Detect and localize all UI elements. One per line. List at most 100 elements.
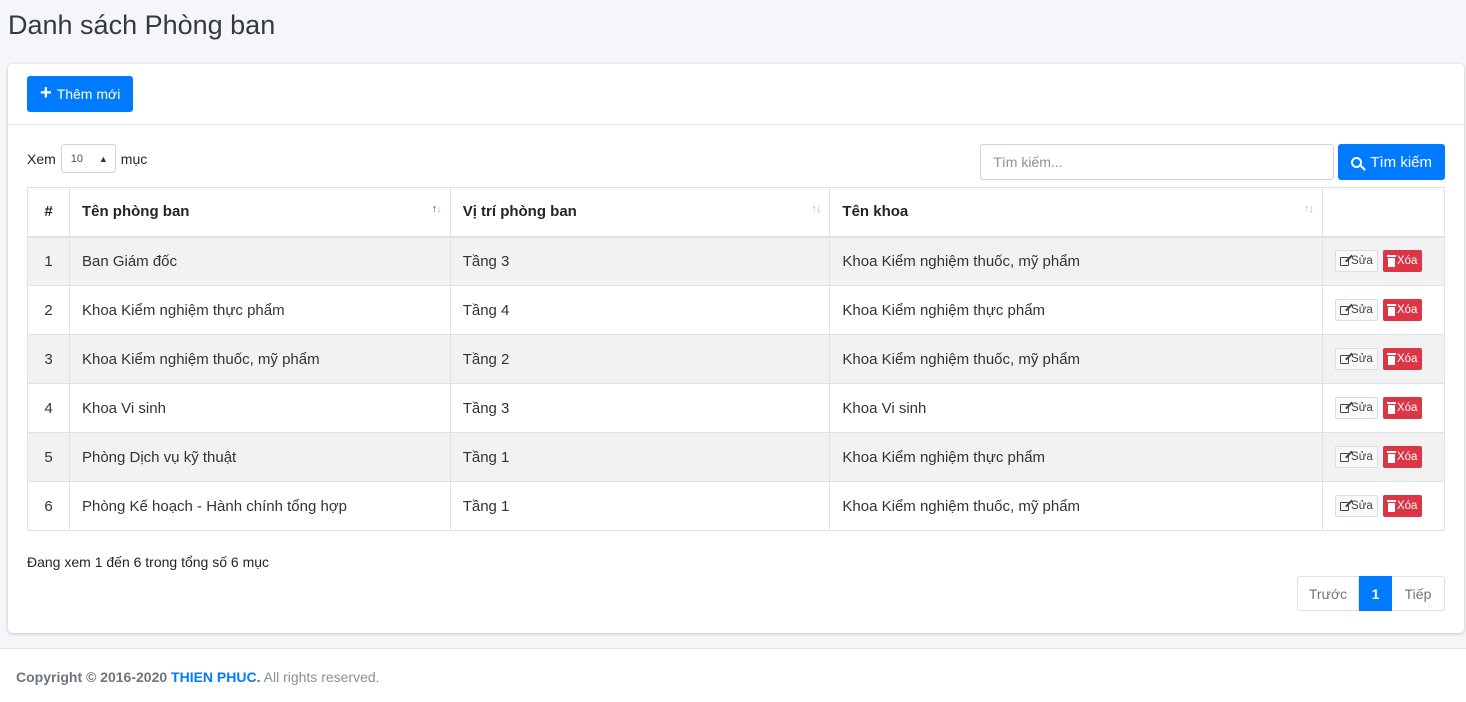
trash-icon <box>1386 499 1396 512</box>
search-button-label: Tìm kiếm <box>1370 153 1432 171</box>
cell-location: Tầng 2 <box>449 334 831 384</box>
cell-name: Khoa Kiểm nghiệm thuốc, mỹ phẩm <box>68 334 451 384</box>
cell-actions: Sửa Xóa <box>1322 285 1445 335</box>
cell-faculty: Khoa Vi sinh <box>829 383 1324 433</box>
edit-button[interactable]: Sửa <box>1335 250 1378 273</box>
page-length-select[interactable]: 10 ▲︎ <box>60 144 116 173</box>
edit-button[interactable]: Sửa <box>1335 446 1378 468</box>
edit-label: Sửa <box>1351 402 1373 414</box>
edit-icon <box>1340 501 1350 511</box>
table-row: 3 Khoa Kiểm nghiệm thuốc, mỹ phẩm Tầng 2… <box>27 334 1445 384</box>
table-toolbar: Xem 10 ▲︎ mục Tìm kiếm <box>27 144 1445 182</box>
edit-button[interactable]: Sửa <box>1335 495 1378 517</box>
edit-label: Sửa <box>1351 353 1373 365</box>
cell-name: Khoa Vi sinh <box>68 383 451 433</box>
length-prefix: Xem <box>27 150 56 167</box>
sort-icon: ↑↓ <box>431 203 442 215</box>
table-row: 1 Ban Giám đốc Tầng 3 Khoa Kiểm nghiệm t… <box>27 236 1445 286</box>
pagination-page-current[interactable]: 1 <box>1359 576 1392 611</box>
cell-faculty: Khoa Kiểm nghiệm thực phẩm <box>829 432 1324 482</box>
cell-index: 2 <box>27 285 70 335</box>
cell-faculty: Khoa Kiểm nghiệm thuốc, mỹ phẩm <box>829 236 1324 286</box>
delete-label: Xóa <box>1396 353 1418 365</box>
column-header-location[interactable]: Vị trí phòng ban ↑↓ <box>449 187 831 238</box>
cell-location: Tầng 3 <box>449 236 831 286</box>
cell-faculty: Khoa Kiểm nghiệm thuốc, mỹ phẩm <box>829 334 1324 384</box>
delete-label: Xóa <box>1396 255 1418 268</box>
edit-button[interactable]: Sửa <box>1335 348 1378 370</box>
cell-index: 5 <box>27 432 70 482</box>
card-header: + Thêm mới <box>8 64 1464 125</box>
table-row: 4 Khoa Vi sinh Tầng 3 Khoa Vi sinh Sửa X… <box>27 383 1445 433</box>
plus-icon: + <box>40 82 52 104</box>
add-new-button[interactable]: + Thêm mới <box>27 76 134 112</box>
cell-location: Tầng 1 <box>449 481 831 531</box>
pagination-prev[interactable]: Trước <box>1297 576 1359 611</box>
delete-button[interactable]: Xóa <box>1382 299 1423 321</box>
column-header-location-label: Vị trí phòng ban <box>462 203 577 221</box>
search-group: Tìm kiếm <box>980 144 1445 180</box>
add-new-label: Thêm mới <box>56 86 121 102</box>
edit-label: Sửa <box>1351 500 1373 512</box>
delete-button[interactable]: Xóa <box>1382 446 1423 468</box>
edit-label: Sửa <box>1351 255 1373 268</box>
footer-brand-link[interactable]: THIEN PHUC. <box>171 669 260 685</box>
cell-index: 1 <box>27 236 70 286</box>
cell-index: 3 <box>27 334 70 384</box>
column-header-faculty[interactable]: Tên khoa ↑↓ <box>829 187 1324 238</box>
column-header-actions <box>1322 187 1445 238</box>
table-row: 6 Phòng Kế hoạch - Hành chính tổng hợp T… <box>27 481 1445 531</box>
column-header-name-label: Tên phòng ban <box>81 203 190 221</box>
footer-rights: All rights reserved. <box>263 669 380 685</box>
footer: Copyright © 2016-2020 THIEN PHUC. All ri… <box>0 648 1466 702</box>
pagination-next[interactable]: Tiếp <box>1392 576 1445 611</box>
cell-actions: Sửa Xóa <box>1322 236 1445 286</box>
cell-actions: Sửa Xóa <box>1322 334 1445 384</box>
delete-button[interactable]: Xóa <box>1382 397 1423 419</box>
departments-table: # Tên phòng ban ↑↓ Vị trí phòng ban ↑↓ T… <box>27 187 1445 531</box>
cell-name: Phòng Kế hoạch - Hành chính tổng hợp <box>68 481 451 531</box>
select-caret-icon: ▲︎ <box>98 153 108 164</box>
cell-faculty: Khoa Kiểm nghiệm thuốc, mỹ phẩm <box>829 481 1324 531</box>
trash-icon <box>1386 303 1396 316</box>
delete-label: Xóa <box>1396 402 1418 414</box>
search-button[interactable]: Tìm kiếm <box>1338 144 1445 180</box>
table-info: Đang xem 1 đến 6 trong tổng số 6 mục <box>27 554 270 570</box>
delete-label: Xóa <box>1396 451 1418 463</box>
page-length-control: Xem 10 ▲︎ mục <box>27 144 147 173</box>
cell-index: 4 <box>27 383 70 433</box>
table-row: 5 Phòng Dịch vụ kỹ thuật Tầng 1 Khoa Kiể… <box>27 432 1445 482</box>
page-length-value: 10 <box>70 152 84 165</box>
cell-location: Tầng 4 <box>449 285 831 335</box>
table-row: 2 Khoa Kiểm nghiệm thực phẩm Tầng 4 Khoa… <box>27 285 1445 335</box>
trash-icon <box>1386 450 1396 463</box>
search-input[interactable] <box>980 144 1335 180</box>
cell-name: Khoa Kiểm nghiệm thực phẩm <box>68 285 451 335</box>
cell-actions: Sửa Xóa <box>1322 432 1445 482</box>
length-suffix: mục <box>120 150 148 167</box>
edit-icon <box>1340 452 1350 462</box>
edit-button[interactable]: Sửa <box>1335 397 1378 419</box>
table-header-row: # Tên phòng ban ↑↓ Vị trí phòng ban ↑↓ T… <box>27 187 1445 238</box>
delete-button[interactable]: Xóa <box>1382 250 1423 273</box>
cell-name: Phòng Dịch vụ kỹ thuật <box>68 432 451 482</box>
search-icon <box>1351 156 1363 168</box>
delete-label: Xóa <box>1396 500 1418 512</box>
sort-icon: ↑↓ <box>1304 203 1314 215</box>
edit-icon <box>1340 403 1350 413</box>
edit-icon <box>1340 305 1350 315</box>
trash-icon <box>1386 254 1396 267</box>
column-header-name[interactable]: Tên phòng ban ↑↓ <box>68 187 451 238</box>
column-header-faculty-label: Tên khoa <box>842 203 909 221</box>
column-header-index: # <box>27 187 70 238</box>
footer-copyright: Copyright © 2016-2020 <box>16 669 168 685</box>
trash-icon <box>1386 401 1396 414</box>
cell-faculty: Khoa Kiểm nghiệm thực phẩm <box>829 285 1324 335</box>
cell-actions: Sửa Xóa <box>1322 481 1445 531</box>
page-title: Danh sách Phòng ban <box>8 10 276 40</box>
delete-button[interactable]: Xóa <box>1382 495 1423 517</box>
cell-actions: Sửa Xóa <box>1322 383 1445 433</box>
edit-button[interactable]: Sửa <box>1335 299 1378 321</box>
pagination: Trước 1 Tiếp <box>1297 576 1445 611</box>
delete-button[interactable]: Xóa <box>1382 348 1423 370</box>
